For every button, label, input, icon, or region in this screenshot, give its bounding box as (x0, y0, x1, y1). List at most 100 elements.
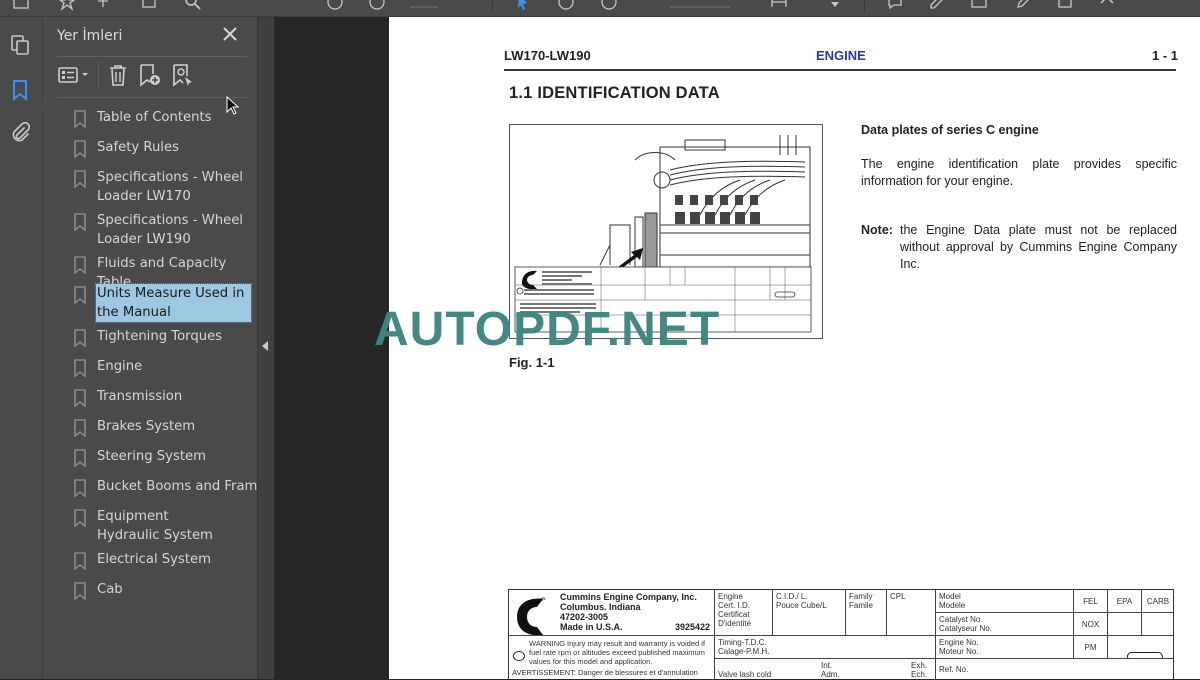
plate-engine-cert: Engine Cert. I.D. Certificat D'identité (715, 590, 773, 636)
watermark: AUTOPDF.NET (374, 303, 721, 356)
plate-valve-lash: Valve lash cold Jeux Soup.à Froid Int. A… (715, 659, 936, 680)
options-menu-icon[interactable] (57, 63, 91, 87)
bookmark-label: Specifications - Wheel Loader LW190 (97, 213, 243, 247)
scroll-icon[interactable] (826, 0, 844, 11)
panel-title: Yer İmleri (57, 28, 123, 44)
page-header-number: 1 - 1 (1152, 48, 1179, 63)
bookmark-item[interactable]: Engine (73, 357, 253, 378)
copy-pages-icon[interactable] (9, 34, 31, 56)
bookmark-item[interactable]: Steering System (73, 447, 253, 468)
panel-collapse-strip[interactable] (257, 17, 274, 679)
bookmark-icon[interactable] (9, 79, 31, 102)
hand-icon[interactable] (557, 0, 575, 11)
svg-text:Cummins: Cummins (521, 596, 547, 612)
bookmark-icon (73, 582, 87, 601)
bookmark-icon (73, 359, 87, 378)
plate-slot-icon (1127, 652, 1163, 658)
cummins-logo-icon: Cummins (517, 596, 547, 635)
bookmark-star-icon[interactable] (58, 0, 76, 11)
bookmark-item[interactable]: Electrical System (73, 550, 253, 571)
collapse-arrow-icon[interactable] (262, 341, 268, 351)
share-icon[interactable] (1098, 0, 1116, 11)
bookmark-item[interactable]: Specifications - Wheel Loader LW170 (73, 168, 253, 206)
highlight-icon[interactable] (928, 0, 946, 11)
plate-cpl: CPL (887, 590, 936, 636)
plate-epa: EPA (1108, 590, 1142, 613)
plate-nox: NOX (1074, 613, 1108, 636)
bookmark-icon (73, 479, 87, 498)
plate-engine-no: Engine No. Moteur No. (936, 636, 1074, 659)
top-toolbar (0, 0, 1200, 17)
comment-icon[interactable] (886, 0, 904, 11)
bookmark-icon (73, 389, 87, 408)
paperclip-icon[interactable] (9, 121, 31, 143)
plate-carb: CARB (1142, 590, 1174, 613)
bookmark-label: Cab (97, 582, 123, 597)
plate-exh: Exh. Ech. (911, 661, 928, 679)
divider (57, 97, 247, 98)
find-bookmark-icon[interactable] (171, 63, 195, 87)
identification-paragraph: The engine identification plate provides… (861, 157, 1177, 188)
bookmark-label: Safety Rules (97, 140, 179, 155)
bookmark-item[interactable]: Cab (73, 580, 253, 601)
bookmark-item-selected[interactable]: Units Measure Used in the Manual (73, 283, 253, 323)
note-text: the Engine Data plate must not be replac… (900, 223, 1177, 271)
zoom-out-icon[interactable] (326, 0, 344, 11)
plate-empty-cell (1108, 613, 1142, 636)
bookmark-item[interactable]: Bucket Booms and Frame (73, 477, 265, 498)
toolbar-separator (492, 0, 493, 12)
bookmark-label: Equipment Hydraulic System (97, 509, 213, 543)
close-icon[interactable] (221, 25, 239, 43)
bookmark-label: Brakes System (97, 419, 196, 434)
page-header-chapter: ENGINE (816, 48, 866, 63)
engine-data-plate: Cummins Cummins Engine Company, Inc. Col… (508, 589, 1174, 680)
bookmark-label: Bucket Booms and Frame (97, 479, 266, 494)
bookmark-icon (73, 286, 87, 305)
toolbar-separator (98, 62, 99, 89)
bookmark-item[interactable]: Equipment Hydraulic System (73, 507, 253, 545)
navigation-rail (0, 17, 44, 679)
zoom-in-icon[interactable] (368, 0, 386, 11)
plate-ref-no: Ref. No. (939, 665, 969, 674)
page-number-input[interactable] (410, 6, 438, 8)
plate-part-number: 3925422 (674, 622, 710, 632)
edit-icon[interactable] (1014, 0, 1032, 11)
bookmark-item[interactable]: Transmission (73, 387, 253, 408)
plate-warning-cell: WARNING Injury may result and warranty i… (509, 636, 715, 680)
bookmark-label: Steering System (97, 449, 206, 464)
stamp-icon[interactable] (1056, 0, 1074, 11)
plate-company-line: Columbus. Indiana (560, 602, 641, 612)
plate-company-line: Made in U.S.A. 3925422 (560, 622, 710, 632)
plate-company-line: Cummins Engine Company, Inc. (560, 592, 697, 602)
fit-page-icon[interactable] (770, 0, 788, 11)
add-bookmark-icon[interactable] (138, 63, 162, 87)
bookmark-label: Engine (97, 359, 143, 374)
zoom-level-icon[interactable] (600, 0, 618, 11)
bookmark-item[interactable]: Brakes System (73, 417, 253, 438)
delete-bookmark-icon[interactable] (107, 63, 129, 87)
bookmark-item[interactable]: Safety Rules (73, 138, 253, 159)
plate-catalyst: Catalyst No. Catalyseur No. (936, 613, 1074, 636)
bookmark-icon (73, 329, 87, 348)
mouse-cursor-icon (226, 96, 240, 115)
bookmark-item[interactable]: Specifications - Wheel Loader LW190 (73, 211, 253, 249)
print-icon[interactable] (140, 0, 158, 11)
bookmark-label: Tightening Torques (97, 329, 223, 344)
zoom-level-input[interactable] (670, 6, 730, 8)
bookmark-icon (73, 256, 87, 275)
search-icon[interactable] (184, 0, 202, 11)
bookmark-icon (73, 213, 87, 232)
bookmark-icon (73, 110, 87, 129)
divider (57, 56, 247, 57)
plate-timing: Timing-T.D.C. Calage-P.M.H. (715, 636, 936, 659)
fill-sign-icon[interactable] (970, 0, 988, 11)
select-cursor-icon[interactable] (514, 0, 532, 11)
upload-icon[interactable] (94, 0, 112, 11)
plate-empty-cell (1108, 636, 1174, 659)
bookmarks-panel: Yer İmleri Table of Contents Safety Rule… (43, 17, 265, 679)
plate-model: Model Modele (936, 590, 1074, 613)
plate-family: Family Famile (846, 590, 887, 636)
note-block: Note: the Engine Data plate must not be … (861, 222, 1177, 273)
bookmark-item[interactable]: Tightening Torques (73, 327, 253, 348)
page-view-icon[interactable] (12, 0, 30, 11)
